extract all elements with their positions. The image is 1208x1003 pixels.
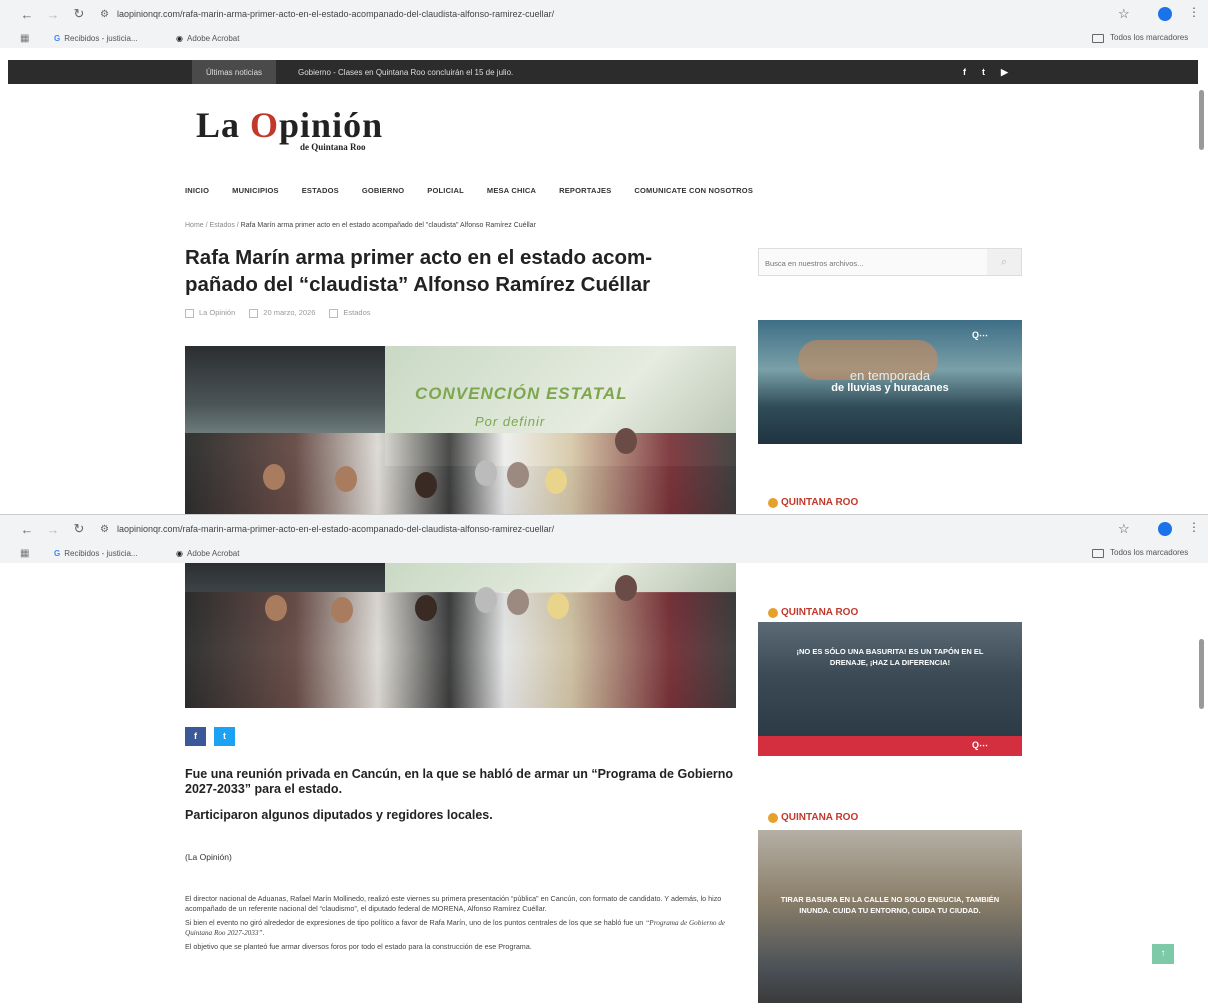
- forward-icon[interactable]: →: [42, 522, 64, 537]
- scrollbar-thumb[interactable]: [1199, 639, 1204, 709]
- site-info-icon[interactable]: ⚙: [100, 524, 109, 535]
- google-g-icon: G: [54, 33, 61, 43]
- all-bookmarks[interactable]: Todos los marcadores: [1092, 548, 1188, 558]
- paragraph: Si bien el evento no giró alrededor de e…: [185, 918, 726, 937]
- quintana-roo-icon: [768, 812, 778, 823]
- url-text: laopinionqr.com/rafa-marin-arma-primer-a…: [116, 524, 555, 534]
- profile-avatar[interactable]: [1158, 7, 1172, 21]
- url-text: laopinionqr.com/rafa-marin-arma-primer-a…: [116, 9, 555, 19]
- breadcrumb-home[interactable]: Home: [185, 222, 204, 229]
- address-bar[interactable]: ⚙ laopinionqr.com/rafa-marin-arma-primer…: [100, 5, 1100, 23]
- qroo-logo-icon: Q⋯: [972, 330, 989, 340]
- news-ticker[interactable]: Gobierno - Clases en Quintana Roo conclu…: [298, 60, 513, 84]
- folder-icon: [329, 308, 339, 318]
- logo-subtitle: de Quintana Roo: [300, 142, 366, 152]
- article-source: (La Opinión): [185, 852, 232, 862]
- bookmark-star-icon[interactable]: ☆: [1118, 521, 1130, 537]
- quintana-roo-icon: [768, 607, 778, 618]
- article-lead-secondary: Participaron algunos diputados y regidor…: [185, 808, 493, 822]
- calendar-icon: [249, 308, 259, 318]
- bookmark-star-icon[interactable]: ☆: [1118, 6, 1130, 22]
- browser-menu-icon[interactable]: ⋮: [1188, 5, 1200, 19]
- quintana-roo-brand: QUINTANA ROO: [768, 812, 858, 823]
- paragraph: El objetivo que se planteó fue armar div…: [185, 942, 532, 951]
- article-photo: CONVENCIÓN ESTATAL Por definir: [185, 346, 736, 514]
- adobe-icon: ◉: [176, 33, 183, 43]
- browser-menu-icon[interactable]: ⋮: [1188, 520, 1200, 534]
- meta-author[interactable]: La Opinión: [185, 308, 235, 318]
- meta-category[interactable]: Estados: [329, 308, 371, 318]
- nav-item-inicio[interactable]: INICIO: [185, 186, 209, 195]
- quintana-roo-brand: QUINTANA ROO: [768, 497, 858, 508]
- forward-icon[interactable]: →: [42, 7, 64, 22]
- paragraph: El director nacional de Aduanas, Rafael …: [185, 894, 722, 913]
- reload-icon[interactable]: ↻: [68, 521, 90, 537]
- back-icon[interactable]: ←: [16, 522, 38, 537]
- youtube-icon[interactable]: ▶: [1001, 67, 1008, 78]
- search-icon[interactable]: ⌕: [987, 249, 1021, 275]
- latest-news-tag: Últimas noticias: [192, 60, 277, 84]
- article-photo-continued: [185, 563, 736, 708]
- twitter-share-button[interactable]: t: [214, 727, 235, 746]
- bookmark-recibidos[interactable]: G Recibidos - justicia...: [54, 34, 138, 43]
- profile-avatar[interactable]: [1158, 522, 1172, 536]
- scrollbar-thumb[interactable]: [1199, 90, 1204, 150]
- apps-grid-icon[interactable]: ▦: [20, 33, 29, 44]
- nav-item-municipios[interactable]: MUNICIPIOS: [232, 186, 279, 195]
- article-body: El director nacional de Aduanas, Rafael …: [185, 894, 740, 956]
- bookmarks-bar: ▦ G Recibidos - justicia... ◉ Adobe Acroba…: [0, 28, 1208, 48]
- site-logo[interactable]: La Opinión de Quintana Roo: [196, 104, 383, 152]
- nav-item-estados[interactable]: ESTADOS: [302, 186, 339, 195]
- browser-toolbar: ← → ↻ ⚙ laopinionqr.com/rafa-marin-arma-…: [0, 515, 1208, 543]
- nav-item-gobierno[interactable]: GOBIERNO: [362, 186, 404, 195]
- sidebar-search: ⌕: [758, 248, 1022, 276]
- folder-icon: [1092, 548, 1104, 558]
- bookmarks-bar: ▦ G Recibidos - justicia... ◉ Adobe Acroba…: [0, 543, 1208, 563]
- meta-date: 20 marzo, 2026: [249, 308, 315, 318]
- folder-icon: [1092, 33, 1104, 43]
- apps-grid-icon[interactable]: ▦: [20, 548, 29, 559]
- search-input[interactable]: [765, 255, 985, 271]
- bookmark-adobe[interactable]: ◉ Adobe Acrobat: [176, 34, 239, 43]
- breaking-news-bar: Últimas noticias Gobierno - Clases en Qu…: [8, 60, 1198, 84]
- main-navigation: INICIO MUNICIPIOS ESTADOS GOBIERNO POLIC…: [185, 186, 753, 195]
- author-icon: [185, 308, 194, 318]
- google-g-icon: G: [54, 548, 61, 558]
- browser-toolbar: ← → ↻ ⚙ laopinionqr.com/rafa-marin-arma-…: [0, 0, 1208, 28]
- social-links-top: f t ▶: [963, 60, 1008, 84]
- nav-item-mesa-chica[interactable]: MESA CHICA: [487, 186, 536, 195]
- ad-lluvias-huracanes[interactable]: Q⋯ en temporada de lluvias y huracanes: [758, 320, 1022, 444]
- adobe-icon: ◉: [176, 548, 183, 558]
- ad-basurita-drenaje[interactable]: ¡NO ES SÓLO UNA BASURITA! ES UN TAPÓN EN…: [758, 622, 1022, 756]
- all-bookmarks[interactable]: Todos los marcadores: [1092, 33, 1188, 43]
- article-lead: Fue una reunión privada en Cancún, en la…: [185, 767, 734, 796]
- quintana-roo-brand: QUINTANA ROO: [768, 607, 858, 618]
- nav-item-comunicate[interactable]: COMUNICATE CON NOSOTROS: [634, 186, 753, 195]
- breadcrumb-current: Rafa Marín arma primer acto en el estado…: [240, 222, 536, 229]
- site-info-icon[interactable]: ⚙: [100, 9, 109, 20]
- reload-icon[interactable]: ↻: [68, 6, 90, 22]
- breadcrumb-section[interactable]: Estados: [210, 222, 235, 229]
- ad-tirar-basura[interactable]: TIRAR BASURA EN LA CALLE NO SOLO ENSUCIA…: [758, 830, 1022, 1003]
- quintana-roo-icon: [768, 497, 778, 508]
- share-buttons: f t: [185, 727, 235, 746]
- bookmark-recibidos[interactable]: G Recibidos - justicia...: [54, 549, 138, 558]
- bookmark-adobe[interactable]: ◉ Adobe Acrobat: [176, 549, 239, 558]
- nav-item-reportajes[interactable]: REPORTAJES: [559, 186, 611, 195]
- back-to-top-button[interactable]: ↑: [1152, 944, 1174, 964]
- qroo-logo-icon: Q⋯: [972, 740, 989, 750]
- facebook-icon[interactable]: f: [963, 67, 966, 77]
- breadcrumb: Home / Estados / Rafa Marín arma primer …: [185, 222, 536, 229]
- facebook-share-button[interactable]: f: [185, 727, 206, 746]
- address-bar[interactable]: ⚙ laopinionqr.com/rafa-marin-arma-primer…: [100, 520, 1100, 538]
- back-icon[interactable]: ←: [16, 7, 38, 22]
- article-title: Rafa Marín arma primer acto en el estado…: [185, 246, 653, 296]
- twitter-icon[interactable]: t: [982, 67, 985, 77]
- nav-item-policial[interactable]: POLICIAL: [427, 186, 464, 195]
- browser-window-top: ← → ↻ ⚙ laopinionqr.com/rafa-marin-arma-…: [0, 0, 1208, 514]
- article-meta: La Opinión 20 marzo, 2026 Estados: [185, 308, 371, 318]
